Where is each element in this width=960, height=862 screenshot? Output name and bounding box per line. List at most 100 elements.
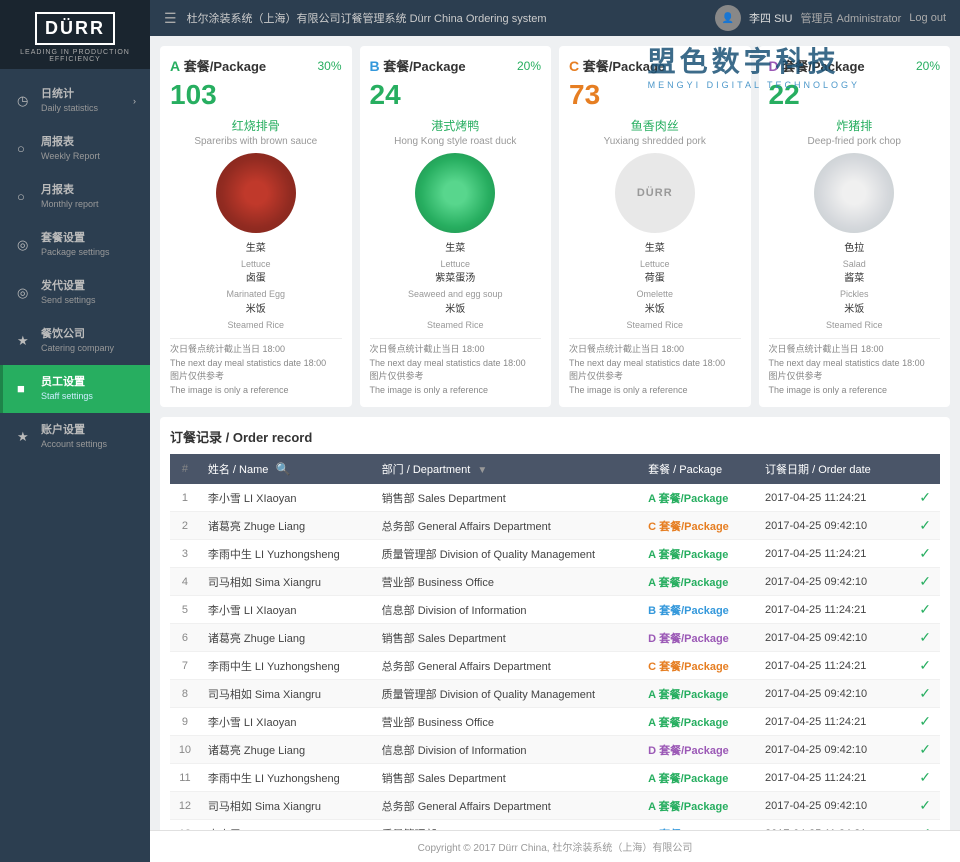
nav-label-cn-catering: 餐饮公司 [41, 327, 136, 342]
cell-date: 2017-04-25 11:24:21 [757, 596, 910, 624]
cell-pkg: A 套餐/Package [640, 680, 757, 708]
table-row: 12 司马相如 Sima Xiangru 总务部 General Affairs… [170, 792, 940, 820]
logo-text: DÜRR [45, 18, 105, 39]
side-dish-cn: 色拉 [769, 241, 941, 257]
cell-date: 2017-04-25 11:24:21 [757, 820, 910, 830]
col-header-pkg: 套餐 / Package [640, 454, 757, 484]
cell-name: 李小雪 LI XIaoyan [200, 820, 374, 830]
side-dish-cn: 生菜 [370, 241, 542, 257]
cell-action: ✓ [910, 652, 940, 680]
sidebar-logo: DÜRR LEADING IN PRODUCTION EFFICIENCY [0, 0, 150, 69]
cell-action: ✓ [910, 680, 940, 708]
order-section: 订餐记录 / Order record # 姓名 / Name 🔍 部门 / D… [160, 417, 950, 830]
side-dish-cn: 紫菜蛋汤 [370, 271, 542, 287]
cell-action: ✓ [910, 484, 940, 512]
main-dish-en-b: Hong Kong style roast duck [370, 136, 542, 147]
nav-label-cn-send-settings: 发代设置 [41, 279, 136, 294]
dept-filter-icon[interactable]: ▼ [477, 465, 487, 476]
package-img-d [814, 153, 894, 233]
sidebar-item-account[interactable]: ★ 账户设置 Account settings [0, 413, 150, 461]
cell-dept: 信息部 Division of Information [374, 736, 640, 764]
packages-row: A 套餐/Package 30% 103 红烧排骨 Spareribs with… [160, 46, 950, 407]
side-items-c: 生菜Lettuce荷蛋Omelette米饭Steamed Rice [569, 241, 741, 332]
nav-label-en-catering: Catering company [41, 342, 136, 355]
cell-pkg: A 套餐/Package [640, 484, 757, 512]
nav-label-en-daily: Daily statistics [41, 102, 125, 115]
nav-icon-account: ★ [17, 428, 33, 446]
cell-dept: 质量管理部 Division of Quality Management [374, 820, 640, 830]
cell-pkg: A 套餐/Package [640, 540, 757, 568]
cell-date: 2017-04-25 11:24:21 [757, 708, 910, 736]
package-notice-a: 次日餐点统计截止当日 18:00The next day meal statis… [170, 338, 342, 397]
name-search-icon[interactable]: 🔍 [275, 462, 290, 476]
package-card-a: A 套餐/Package 30% 103 红烧排骨 Spareribs with… [160, 46, 352, 407]
nav-icon-send-settings: ◎ [17, 284, 33, 302]
cell-action: ✓ [910, 540, 940, 568]
side-dish-cn: 荷蛋 [569, 271, 741, 287]
cell-name: 诸葛亮 Zhuge Liang [200, 512, 374, 540]
nav-icon-catering: ★ [17, 332, 33, 350]
cell-dept: 质量管理部 Division of Quality Management [374, 680, 640, 708]
side-dish-en: Steamed Rice [569, 318, 741, 332]
package-card-c: C 套餐/Package 73 鱼香肉丝 Yuxiang shredded po… [559, 46, 751, 407]
cell-action: ✓ [910, 708, 940, 736]
package-img-a [216, 153, 296, 233]
cell-dept: 总务部 General Affairs Department [374, 792, 640, 820]
cell-num: 9 [170, 708, 200, 736]
main-dish-cn-b: 港式烤鸭 [370, 117, 542, 134]
side-dish-en: Salad [769, 257, 941, 271]
cell-name: 司马相如 Sima Xiangru [200, 680, 374, 708]
side-dish-cn: 米饭 [170, 302, 342, 318]
table-row: 4 司马相如 Sima Xiangru 营业部 Business Office … [170, 568, 940, 596]
side-dish-en: Steamed Rice [769, 318, 941, 332]
table-row: 10 诸葛亮 Zhuge Liang 信息部 Division of Infor… [170, 736, 940, 764]
cell-name: 李小雪 LI XIaoyan [200, 708, 374, 736]
cell-action: ✓ [910, 764, 940, 792]
cell-num: 1 [170, 484, 200, 512]
footer: Copyright © 2017 Dürr China, 杜尔涂装系统（上海）有… [150, 830, 960, 862]
cell-date: 2017-04-25 11:24:21 [757, 484, 910, 512]
sidebar-item-send-settings[interactable]: ◎ 发代设置 Send settings [0, 269, 150, 317]
table-row: 5 李小雪 LI XIaoyan 信息部 Division of Informa… [170, 596, 940, 624]
col-header-name: 姓名 / Name 🔍 [200, 454, 374, 484]
table-row: 1 李小雪 LI XIaoyan 销售部 Sales Department A … [170, 484, 940, 512]
sidebar-item-staff[interactable]: ■ 员工设置 Staff settings [0, 365, 150, 413]
sidebar-item-catering[interactable]: ★ 餐饮公司 Catering company [0, 317, 150, 365]
sidebar-nav: ◷ 日统计 Daily statistics › ○ 周报表 Weekly Re… [0, 69, 150, 862]
menu-icon[interactable]: ☰ [164, 10, 177, 27]
cell-name: 李小雪 LI XIaoyan [200, 596, 374, 624]
cell-pkg: A 套餐/Package [640, 568, 757, 596]
cell-num: 5 [170, 596, 200, 624]
cell-pkg: D 套餐/Package [640, 736, 757, 764]
cell-name: 李雨中生 LI Yuzhongsheng [200, 764, 374, 792]
logout-button[interactable]: Log out [909, 12, 946, 24]
username: 李四 SIU [749, 10, 792, 26]
cell-num: 2 [170, 512, 200, 540]
table-row: 3 李雨中生 LI Yuzhongsheng 质量管理部 Division of… [170, 540, 940, 568]
side-dish-en: Omelette [569, 287, 741, 301]
package-notice-d: 次日餐点统计截止当日 18:00The next day meal statis… [769, 338, 941, 397]
cell-pkg: A 套餐/Package [640, 792, 757, 820]
side-dish-en: Lettuce [170, 257, 342, 271]
topbar: ☰ 杜尔涂装系统（上海）有限公司订餐管理系统 Dürr China Orderi… [150, 0, 960, 36]
table-row: 6 诸葛亮 Zhuge Liang 销售部 Sales Department D… [170, 624, 940, 652]
side-dish-cn: 卤蛋 [170, 271, 342, 287]
cell-num: 12 [170, 792, 200, 820]
side-dish-en: Lettuce [370, 257, 542, 271]
side-items-d: 色拉Salad酱菜Pickles米饭Steamed Rice [769, 241, 941, 332]
side-dish-en: Lettuce [569, 257, 741, 271]
col-header-num: # [170, 454, 200, 484]
sidebar-item-daily[interactable]: ◷ 日统计 Daily statistics › [0, 77, 150, 125]
sidebar-item-monthly[interactable]: ○ 月报表 Monthly report [0, 173, 150, 221]
user-role: 管理员 Administrator [800, 10, 901, 26]
cell-pkg: B 套餐/Package [640, 820, 757, 830]
cell-dept: 销售部 Sales Department [374, 484, 640, 512]
nav-label-en-monthly: Monthly report [41, 198, 136, 211]
cell-date: 2017-04-25 11:24:21 [757, 652, 910, 680]
sidebar-item-weekly[interactable]: ○ 周报表 Weekly Report [0, 125, 150, 173]
package-pct-b: 20% [517, 59, 541, 73]
side-dish-cn: 酱菜 [769, 271, 941, 287]
cell-date: 2017-04-25 09:42:10 [757, 792, 910, 820]
main-dish-cn-d: 炸猪排 [769, 117, 941, 134]
sidebar-item-package-settings[interactable]: ◎ 套餐设置 Package settings [0, 221, 150, 269]
